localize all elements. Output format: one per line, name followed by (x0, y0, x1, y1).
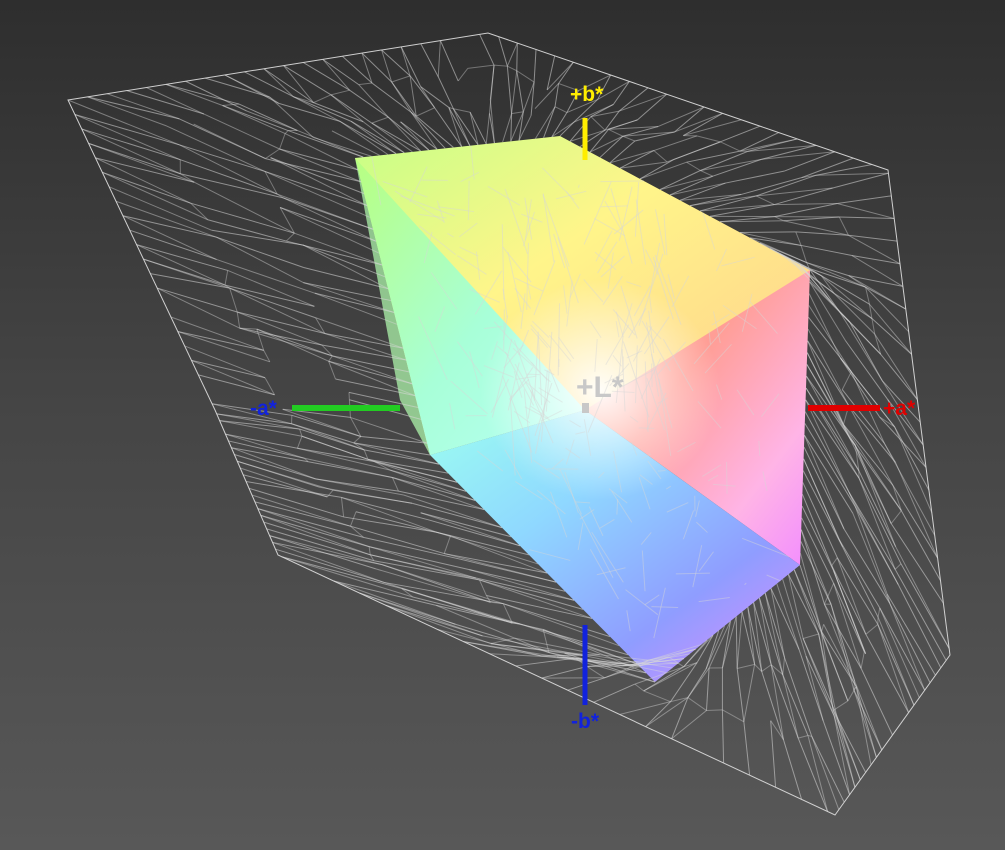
axis-label-plus-a: +a* (883, 397, 916, 420)
axis-label-minus-a: -a* (250, 397, 278, 420)
axis-l-origin-marker (582, 403, 589, 413)
gamut-3d-view[interactable]: +b* -b* +a* -a* +L* (0, 0, 1005, 850)
axis-label-plus-l: +L* (576, 371, 624, 404)
axis-label-minus-b: -b* (571, 710, 600, 733)
axis-label-plus-b: +b* (570, 83, 604, 106)
